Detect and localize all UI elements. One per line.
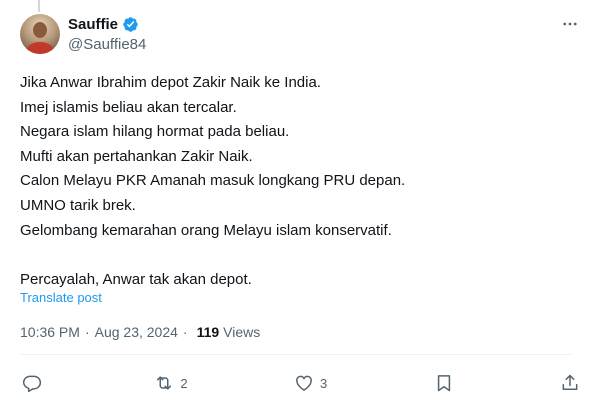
bookmark-icon xyxy=(437,375,450,392)
tweet-line: Negara islam hilang hormat pada beliau. xyxy=(20,123,290,141)
avatar[interactable] xyxy=(20,14,60,54)
thread-connector-line xyxy=(38,0,40,12)
tweet-line: Calon Melayu PKR Amanah masuk longkang P… xyxy=(20,172,406,190)
meta-separator: · xyxy=(182,324,188,340)
meta-separator: · xyxy=(84,324,90,340)
tweet-text: Jika Anwar Ibrahim depot Zakir Naik ke I… xyxy=(20,71,580,292)
user-info: Sauffie @Sauffie84 xyxy=(68,14,146,54)
views-label[interactable]: Views xyxy=(223,324,260,340)
verified-badge-icon[interactable] xyxy=(122,16,139,33)
avatar-shirt xyxy=(26,42,54,54)
repost-icon xyxy=(157,376,172,390)
tweet-line: Mufti akan pertahankan Zakir Naik. xyxy=(20,147,253,165)
more-options-button[interactable] xyxy=(560,14,580,34)
heart-icon xyxy=(296,375,312,391)
display-name-row: Sauffie xyxy=(68,14,146,34)
user-handle[interactable]: @Sauffie84 xyxy=(68,36,146,53)
translate-post-link[interactable]: Translate post xyxy=(20,290,102,305)
repost-count: 2 xyxy=(180,375,188,391)
views-count[interactable]: 119 xyxy=(197,324,220,340)
post-date[interactable]: Aug 23, 2024 xyxy=(95,324,178,340)
divider xyxy=(20,354,572,355)
post-time[interactable]: 10:36 PM xyxy=(20,324,80,340)
tweet-line: Gelombang kemarahan orang Melayu islam k… xyxy=(20,221,392,239)
avatar-head xyxy=(33,22,47,38)
bookmark-button[interactable] xyxy=(434,373,454,393)
reply-button[interactable] xyxy=(22,373,48,393)
reply-icon xyxy=(22,375,42,393)
tweet-line: UMNO tarik brek. xyxy=(20,196,136,214)
repost-button[interactable]: 2 xyxy=(154,373,188,393)
share-button[interactable] xyxy=(560,373,580,393)
display-name[interactable]: Sauffie xyxy=(68,16,118,33)
like-button[interactable]: 3 xyxy=(294,373,327,393)
more-dots-icon xyxy=(563,22,577,26)
tweet-line: Imej islamis beliau akan tercalar. xyxy=(20,98,237,116)
tweet-line: Jika Anwar Ibrahim depot Zakir Naik ke I… xyxy=(20,74,321,91)
action-bar: 2 3 xyxy=(22,370,580,396)
tweet-closing-line: Percayalah, Anwar tak akan depot. xyxy=(20,270,252,288)
like-count: 3 xyxy=(319,375,328,391)
share-icon xyxy=(562,374,578,390)
post-metadata: 10:36 PM · Aug 23, 2024 · 119 Views xyxy=(20,324,260,340)
